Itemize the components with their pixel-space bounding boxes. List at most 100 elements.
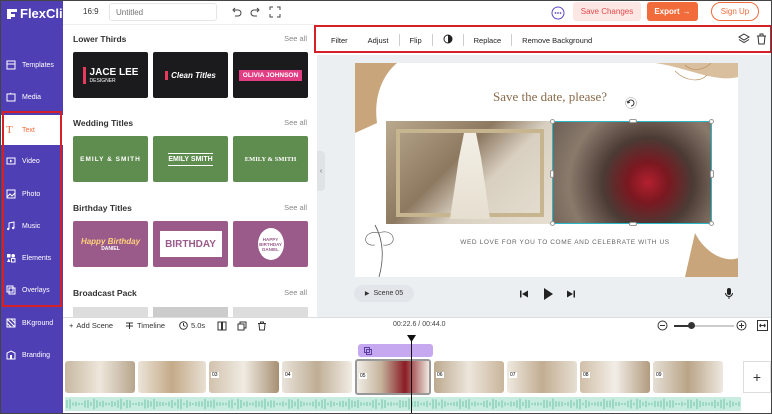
- skip-back-icon[interactable]: [519, 289, 529, 299]
- microphone-icon[interactable]: [724, 287, 734, 300]
- playhead[interactable]: [411, 337, 412, 413]
- clip-number: 06: [436, 372, 444, 378]
- thumb-text: BIRTHDAY: [165, 238, 216, 250]
- collapse-panel-button[interactable]: ‹: [317, 151, 325, 191]
- see-all-link[interactable]: See all: [284, 203, 307, 212]
- sidebar-item-label: Templates: [22, 61, 54, 69]
- zoom-slider[interactable]: [674, 322, 734, 329]
- rotate-icon[interactable]: [625, 97, 637, 109]
- ring-box-photo-selected[interactable]: [550, 119, 714, 226]
- clip-number: 03: [211, 372, 219, 378]
- scene-clip[interactable]: 09: [653, 361, 723, 393]
- section-title: Wedding Titles: [73, 118, 134, 128]
- template-thumbnail[interactable]: JACE LEE DESIGNER: [73, 52, 148, 98]
- duration-control[interactable]: 5.0s: [179, 321, 205, 330]
- overlay-track-clip[interactable]: [358, 344, 433, 357]
- sidebar-item-bkground[interactable]: BKground: [1, 307, 63, 339]
- export-button[interactable]: Export →: [647, 2, 698, 21]
- thumb-subtext: DANIEL: [262, 246, 279, 252]
- canvas-subline[interactable]: WED LOVE FOR YOU TO COME AND CELEBRATE W…: [415, 239, 715, 246]
- add-scene-plus-button[interactable]: +: [743, 361, 771, 393]
- sidebar-item-label: Branding: [22, 351, 51, 359]
- timeline-toggle[interactable]: Timeline: [125, 321, 165, 330]
- undo-icon[interactable]: [231, 6, 243, 18]
- thumb-text: JACE LEE: [89, 66, 139, 78]
- section-title: Lower Thirds: [73, 34, 127, 44]
- video-canvas[interactable]: Save the date, please? WED LOVE FOR YOU …: [355, 63, 738, 277]
- chat-icon[interactable]: [551, 6, 565, 20]
- clock-icon: [179, 321, 188, 330]
- thumb-text: Clean Titles: [165, 70, 216, 80]
- see-all-link[interactable]: See all: [284, 288, 307, 297]
- chevron-left-icon: ‹: [319, 167, 323, 175]
- trash-icon[interactable]: [257, 321, 267, 331]
- fit-timeline-icon[interactable]: [757, 320, 768, 331]
- section-title: Broadcast Pack: [73, 288, 137, 298]
- split-icon[interactable]: [217, 321, 227, 331]
- app-logo[interactable]: FlexClip: [6, 6, 71, 21]
- thumb-text: EMILY & SMITH: [244, 155, 297, 163]
- zoom-in-icon[interactable]: [736, 320, 747, 331]
- play-icon[interactable]: [542, 287, 554, 301]
- player-controls: ▶ Scene 05: [317, 281, 771, 307]
- duplicate-icon[interactable]: [237, 321, 247, 331]
- template-thumbnail[interactable]: BIRTHDAY: [153, 221, 228, 267]
- template-thumbnail[interactable]: Happy Birthday DANIEL: [73, 221, 148, 267]
- export-label: Export: [654, 7, 680, 16]
- clip-number: 08: [582, 372, 590, 378]
- canvas-headline[interactable]: Save the date, please?: [465, 89, 635, 105]
- scene-clip[interactable]: [65, 361, 135, 393]
- text-templates-panel: Lower Thirds See all JACE LEE DESIGNER Cl…: [63, 25, 317, 317]
- sidebar-item-media[interactable]: Media: [1, 81, 63, 113]
- timeline-label: Timeline: [137, 321, 166, 330]
- plus-icon: +: [69, 321, 74, 330]
- dress-photo[interactable]: [386, 121, 554, 224]
- skip-forward-icon[interactable]: [566, 289, 576, 299]
- template-thumbnail[interactable]: Clean Titles: [153, 52, 228, 98]
- thumb-text: OLIVIA JOHNSON: [238, 69, 303, 81]
- timeline-tools: + Add Scene Timeline 5.0s 00:22.6 / 00:44…: [63, 318, 771, 334]
- project-title-input[interactable]: [109, 3, 217, 21]
- audio-waveform[interactable]: [65, 397, 741, 411]
- add-scene-button[interactable]: + Add Scene: [69, 321, 113, 330]
- media-icon: [6, 92, 16, 102]
- clip-number: 05: [359, 373, 367, 379]
- template-thumbnail[interactable]: EMILY & SMITH: [73, 136, 148, 182]
- scene-selector[interactable]: ▶ Scene 05: [354, 285, 414, 302]
- thumb-text: Happy Birthday: [80, 236, 141, 246]
- scene-clip[interactable]: 07: [507, 361, 577, 393]
- save-changes-button[interactable]: Save Changes: [573, 2, 641, 21]
- template-thumbnail[interactable]: HAPPY BIRTHDAY DANIEL: [233, 221, 308, 267]
- highlight-toolbar: [314, 25, 771, 53]
- flexclip-logo-icon: [7, 8, 17, 19]
- scene-clip[interactable]: [138, 361, 206, 393]
- clip-number: 04: [284, 372, 292, 378]
- sidebar-item-branding[interactable]: Branding: [1, 339, 63, 371]
- template-thumbnail[interactable]: EMILY & SMITH: [233, 136, 308, 182]
- broadcast-thumbnails-peek: [73, 307, 308, 317]
- duration-label: 5.0s: [191, 321, 206, 330]
- template-thumbnail[interactable]: OLIVIA JOHNSON: [233, 52, 308, 98]
- time-readout: 00:22.6 / 00:44.0: [393, 321, 446, 328]
- see-all-link[interactable]: See all: [284, 118, 307, 127]
- zoom-out-icon[interactable]: [657, 320, 668, 331]
- section-title: Birthday Titles: [73, 203, 132, 213]
- sign-up-label: Sign Up: [720, 7, 750, 16]
- see-all-link[interactable]: See all: [284, 34, 307, 43]
- scene-clip[interactable]: 03: [209, 361, 279, 393]
- scene-clip-selected[interactable]: 05: [355, 359, 431, 395]
- scene-track: 03 04 05 06 07 08 09: [65, 359, 741, 395]
- save-changes-label: Save Changes: [580, 7, 634, 16]
- zoom-slider-handle[interactable]: [688, 322, 695, 329]
- thumb-text: EMILY & SMITH: [80, 155, 141, 163]
- scene-clip[interactable]: 06: [434, 361, 504, 393]
- sidebar-item-templates[interactable]: Templates: [1, 49, 63, 81]
- aspect-ratio-button[interactable]: 16:9: [83, 7, 99, 16]
- redo-icon[interactable]: [249, 6, 261, 18]
- fullscreen-icon[interactable]: [269, 6, 281, 18]
- sign-up-button[interactable]: Sign Up: [711, 2, 759, 21]
- template-thumbnail[interactable]: EMILY SMITH: [153, 136, 228, 182]
- clip-number: 09: [655, 372, 663, 378]
- scene-clip[interactable]: 08: [580, 361, 650, 393]
- scene-clip[interactable]: 04: [282, 361, 352, 393]
